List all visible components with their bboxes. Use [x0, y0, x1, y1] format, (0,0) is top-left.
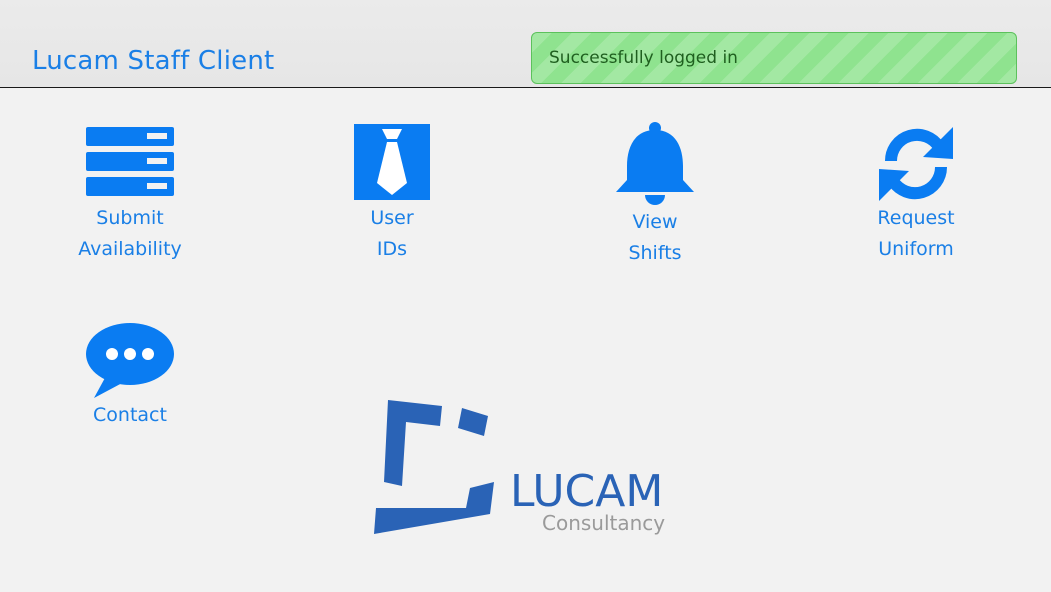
request-uniform-button[interactable]: Request Uniform	[806, 127, 1026, 265]
submit-availability-button[interactable]: Submit Availability	[20, 127, 240, 265]
lucam-logo-mark: LUCAM Consultancy	[374, 400, 665, 535]
list-icon	[86, 127, 174, 196]
logo-wordmark: LUCAM	[510, 466, 663, 517]
tile-label: Request Uniform	[877, 207, 955, 260]
login-success-toast[interactable]: Successfully logged in	[531, 32, 1017, 84]
tie-icon	[354, 124, 430, 200]
view-shifts-button[interactable]: View Shifts	[545, 120, 765, 269]
app-header: Lucam Staff Client Successfully logged i…	[0, 0, 1051, 88]
app-title: Lucam Staff Client	[32, 46, 275, 76]
user-ids-button[interactable]: User IDs	[282, 124, 502, 265]
refresh-icon	[879, 127, 953, 201]
tile-label: Contact	[93, 404, 167, 426]
tile-label: View Shifts	[628, 211, 682, 264]
contact-button[interactable]: Contact	[20, 322, 240, 431]
bell-icon	[616, 122, 694, 205]
toast-message: Successfully logged in	[549, 48, 738, 68]
tile-label: User IDs	[370, 207, 414, 260]
chat-icon	[86, 323, 174, 398]
tile-label: Submit Availability	[78, 207, 182, 260]
logo-tagline: Consultancy	[542, 511, 665, 535]
lucam-logo: LUCAM Consultancy	[370, 396, 690, 541]
